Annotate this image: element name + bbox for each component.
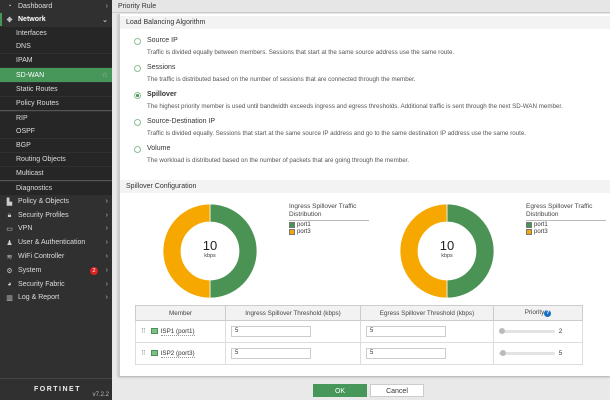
policy-icon: ▙ xyxy=(6,198,13,206)
swatch xyxy=(526,229,532,235)
radio-button[interactable] xyxy=(134,119,141,126)
radio-button[interactable] xyxy=(134,92,141,99)
egress-legend: Egress Spillover Traffic Distribution po… xyxy=(526,203,606,235)
nav-diagnostics[interactable]: Diagnostics xyxy=(0,182,112,195)
notification-badge: 2 xyxy=(90,266,98,275)
drag-handle-icon[interactable]: ⠿ xyxy=(141,350,146,357)
nav-system[interactable]: ⚙ System 2 › xyxy=(0,264,112,277)
slider-handle[interactable] xyxy=(498,327,505,334)
sidebar-footer: FORTINET v7.2.2 xyxy=(0,378,112,400)
legend-item-port3[interactable]: port3 xyxy=(526,229,606,235)
chevron-right-icon: › xyxy=(105,267,108,274)
chevron-right-icon: › xyxy=(105,3,108,10)
chevron-right-icon: › xyxy=(105,239,108,246)
cancel-button[interactable]: Cancel xyxy=(370,384,424,397)
egress-total: 10 kbps xyxy=(439,238,455,259)
network-icon: ✥ xyxy=(6,16,13,24)
ingress-total: 10 kbps xyxy=(202,238,218,259)
legend-item-port1[interactable]: port1 xyxy=(289,222,369,228)
chevron-right-icon: › xyxy=(105,212,108,219)
divider xyxy=(0,180,112,181)
radio-button[interactable] xyxy=(134,146,141,153)
chevron-down-icon: ⌄ xyxy=(102,16,108,24)
wifi-icon: ≋ xyxy=(6,253,13,261)
col-member[interactable]: Member xyxy=(135,305,226,321)
lock-icon: 🔒︎ xyxy=(7,211,12,219)
section-header-spillover: Spillover Configuration xyxy=(120,180,610,193)
fortinet-logo: FORTINET xyxy=(34,386,81,393)
gear-icon: ⚙ xyxy=(6,267,13,275)
chevron-right-icon: › xyxy=(105,253,108,260)
chevron-right-icon: › xyxy=(105,225,108,232)
monitor-icon: ▭ xyxy=(6,225,13,233)
legend-item-port3[interactable]: port3 xyxy=(289,229,369,235)
nav-wifi-controller[interactable]: ≋ WiFi Controller › xyxy=(0,250,112,263)
page-title: Priority Rule xyxy=(112,0,610,13)
radio-button[interactable] xyxy=(134,65,141,72)
ingress-legend: Ingress Spillover Traffic Distribution p… xyxy=(289,203,369,235)
chevron-right-icon: › xyxy=(105,294,108,301)
nav-vpn[interactable]: ▭ VPN › xyxy=(0,222,112,235)
nav-log-report[interactable]: ▥ Log & Report › xyxy=(0,291,112,304)
nav-routing-objects[interactable]: Routing Objects xyxy=(0,153,112,166)
nav-network[interactable]: ✥ Network ⌄ xyxy=(0,13,112,26)
interface-icon xyxy=(150,328,158,335)
user-icon: ♟ xyxy=(6,239,13,247)
priority-rule-panel: Load Balancing Algorithm Source IP Traff… xyxy=(118,14,610,376)
swatch xyxy=(526,222,532,228)
nav-sd-wan[interactable]: SD-WAN ☆ xyxy=(0,68,112,82)
nav-security-fabric[interactable]: ◕ Security Fabric › xyxy=(0,278,112,291)
nav-ospf[interactable]: OSPF xyxy=(0,125,112,138)
section-header-algorithm: Load Balancing Algorithm xyxy=(120,16,610,29)
sidebar: ◔ Dashboard › ✥ Network ⌄ Interfaces DNS IPA… xyxy=(0,0,112,400)
chart-icon: ▥ xyxy=(6,294,13,302)
egress-threshold-input[interactable]: 5 xyxy=(366,326,446,337)
ok-button[interactable]: OK xyxy=(313,384,367,397)
divider xyxy=(0,110,112,111)
nav-security-profiles[interactable]: 🔒︎ Security Profiles › xyxy=(0,209,112,222)
swatch xyxy=(289,229,295,235)
priority-slider[interactable] xyxy=(498,327,555,334)
nav-policy-routes[interactable]: Policy Routes xyxy=(0,97,112,110)
col-egress[interactable]: Egress Spillover Threshold (kbps) xyxy=(360,305,494,321)
col-ingress[interactable]: Ingress Spillover Threshold (kbps) xyxy=(225,305,361,321)
nav-interfaces[interactable]: Interfaces xyxy=(0,27,112,40)
nav-rip[interactable]: RIP xyxy=(0,112,112,125)
nav-dns[interactable]: DNS xyxy=(0,40,112,53)
slider-handle[interactable] xyxy=(500,349,507,356)
members-table: Member Ingress Spillover Threshold (kbps… xyxy=(135,305,583,365)
nav-bgp[interactable]: BGP xyxy=(0,139,112,152)
nav-dashboard[interactable]: ◔ Dashboard › xyxy=(0,0,112,13)
version-label: v7.2.2 xyxy=(92,392,109,398)
table-row[interactable]: ⠿ ISP2 (port3) 5 5 5 xyxy=(135,342,583,365)
swatch xyxy=(289,222,295,228)
ingress-threshold-input[interactable]: 5 xyxy=(231,326,311,337)
legend-item-port1[interactable]: port1 xyxy=(526,222,606,228)
help-icon[interactable]: ? xyxy=(544,310,552,317)
fabric-icon: ◕ xyxy=(7,281,12,288)
star-icon[interactable]: ☆ xyxy=(102,71,108,79)
priority-slider[interactable] xyxy=(499,349,555,356)
nav-static-routes[interactable]: Static Routes xyxy=(0,83,112,96)
nav-user-authentication[interactable]: ♟ User & Authentication › xyxy=(0,236,112,249)
drag-handle-icon[interactable]: ⠿ xyxy=(141,328,146,335)
radio-button[interactable] xyxy=(134,38,141,45)
chevron-right-icon: › xyxy=(105,281,108,288)
interface-icon xyxy=(150,350,158,357)
ingress-threshold-input[interactable]: 5 xyxy=(231,348,311,359)
chevron-right-icon: › xyxy=(105,198,108,205)
nav-policy-objects[interactable]: ▙ Policy & Objects › xyxy=(0,195,112,208)
table-row[interactable]: ⠿ ISP1 (port1) 5 5 2 xyxy=(135,320,583,343)
egress-threshold-input[interactable]: 5 xyxy=(366,348,446,359)
nav-ipam[interactable]: IPAM xyxy=(0,54,112,67)
col-priority[interactable]: Priority? xyxy=(493,305,583,321)
nav-multicast[interactable]: Multicast xyxy=(0,167,112,180)
dashboard-icon: ◔ xyxy=(7,3,12,10)
